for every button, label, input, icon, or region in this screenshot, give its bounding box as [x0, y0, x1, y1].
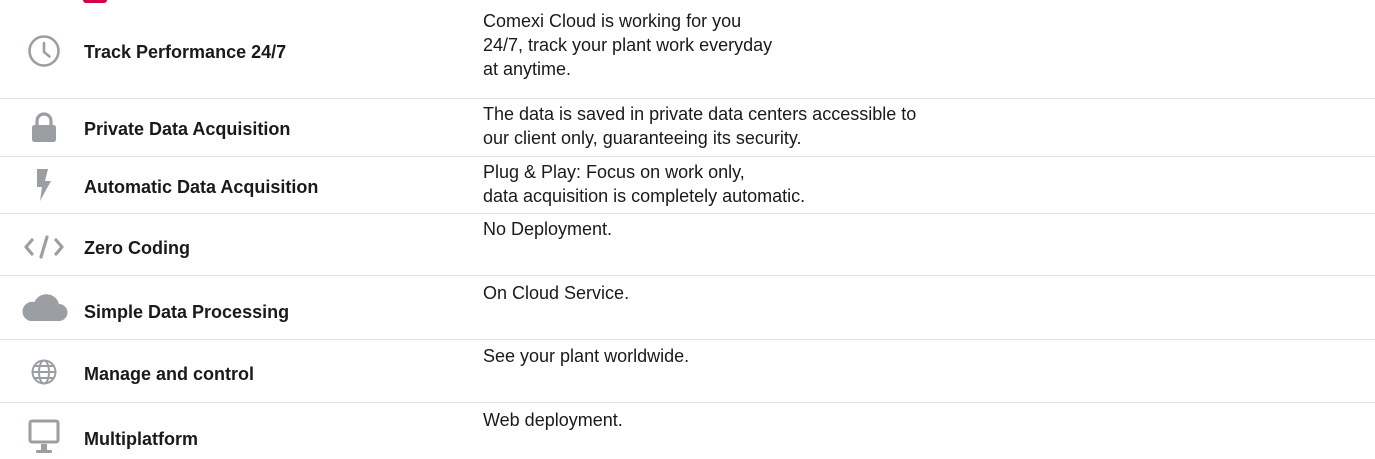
monitor-icon: [20, 418, 68, 456]
feature-description: The data is saved in private data center…: [483, 102, 916, 150]
feature-description: No Deployment.: [483, 217, 612, 241]
description-line: Plug & Play: Focus on work only,: [483, 162, 745, 182]
description-line: at anytime.: [483, 59, 572, 79]
description-line: See your plant worldwide.: [483, 346, 690, 366]
feature-title: Track Performance 24/7: [84, 42, 287, 62]
code-icon: [20, 232, 68, 262]
description-line: On Cloud Service.: [483, 283, 630, 303]
feature-description: See your plant worldwide.: [483, 344, 689, 368]
feature-list: Track Performance 24/7 Comexi Cloud is w…: [0, 0, 1375, 459]
feature-row-automatic-data: Automatic Data Acquisition Plug & Play: …: [0, 157, 1375, 214]
cloud-icon: [20, 292, 68, 324]
feature-row-multiplatform: Multiplatform Web deployment.: [0, 403, 1375, 459]
description-line: data acquisition is completely automatic…: [483, 186, 806, 206]
description-line: Web deployment.: [483, 410, 623, 430]
description-line: 24/7, track your plant work everyday: [483, 35, 773, 55]
feature-description: Web deployment.: [483, 408, 623, 432]
description-line: The data is saved in private data center…: [483, 104, 917, 124]
bolt-icon: [20, 165, 68, 205]
feature-title: Zero Coding: [84, 238, 190, 258]
feature-title: Manage and control: [84, 364, 255, 384]
feature-description: Comexi Cloud is working for you 24/7, tr…: [483, 9, 772, 81]
description-line: No Deployment.: [483, 219, 613, 239]
clock-icon: [20, 31, 68, 71]
description-line: our client only, guaranteeing its securi…: [483, 128, 802, 148]
feature-row-simple-processing: Simple Data Processing On Cloud Service.: [0, 276, 1375, 340]
feature-title: Multiplatform: [84, 429, 198, 449]
globe-icon: [20, 355, 68, 389]
description-line: Comexi Cloud is working for you: [483, 11, 742, 31]
feature-title: Automatic Data Acquisition: [84, 177, 319, 197]
feature-description: Plug & Play: Focus on work only, data ac…: [483, 160, 805, 208]
feature-row-private-data: Private Data Acquisition The data is sav…: [0, 99, 1375, 157]
feature-row-zero-coding: Zero Coding No Deployment.: [0, 214, 1375, 276]
feature-title: Private Data Acquisition: [84, 119, 291, 139]
feature-description: On Cloud Service.: [483, 281, 629, 305]
lock-icon: [20, 109, 68, 145]
feature-row-manage-control: Manage and control See your plant worldw…: [0, 340, 1375, 403]
feature-row-track-performance: Track Performance 24/7 Comexi Cloud is w…: [0, 0, 1375, 99]
feature-title: Simple Data Processing: [84, 302, 290, 322]
